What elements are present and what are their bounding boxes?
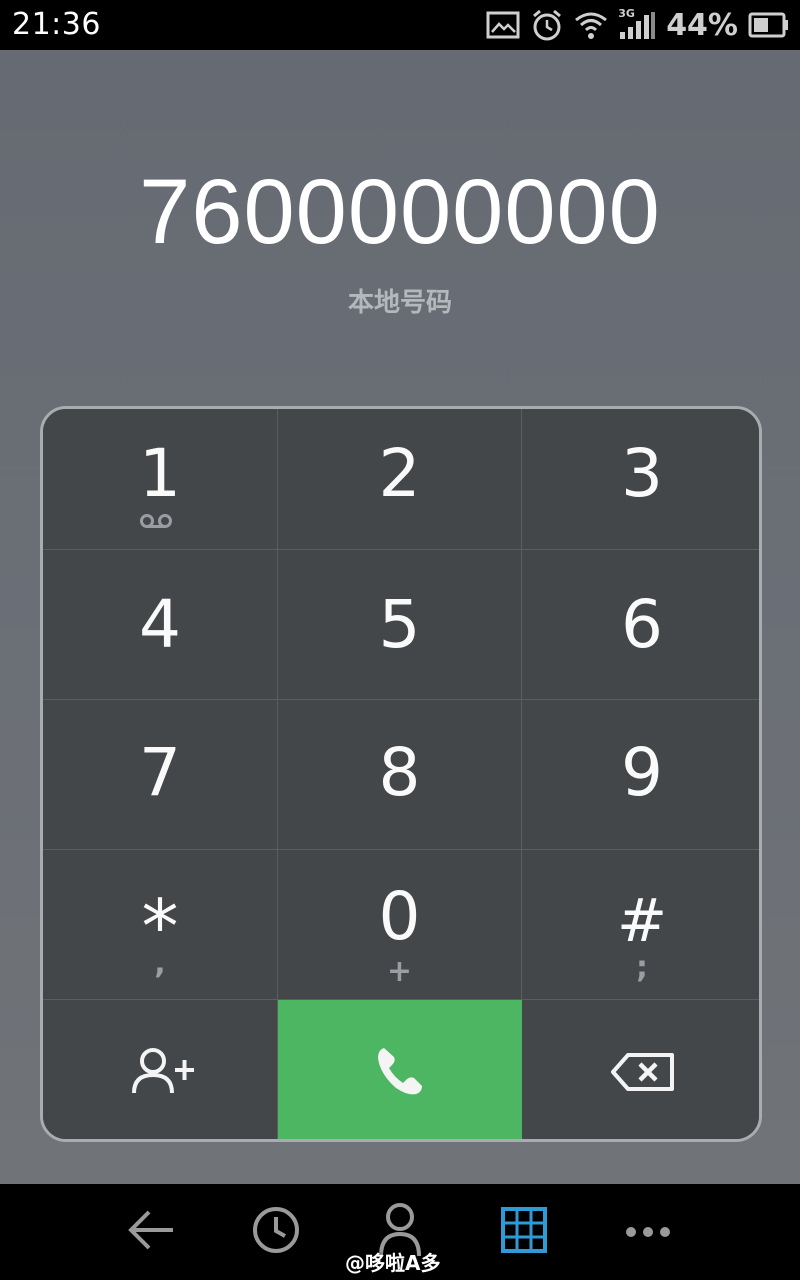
- image-notification-icon: [486, 11, 520, 39]
- recent-calls-icon: [251, 1205, 301, 1259]
- key-sub: ;: [636, 950, 648, 985]
- key-2[interactable]: 2: [278, 409, 522, 550]
- key-digit: #: [616, 886, 668, 956]
- back-icon: [127, 1208, 177, 1256]
- key-5[interactable]: 5: [278, 550, 522, 700]
- key-9[interactable]: 9: [522, 700, 759, 850]
- key-digit: 4: [139, 586, 181, 663]
- dialpad-icon: [501, 1207, 547, 1257]
- key-digit: 5: [378, 586, 421, 663]
- dialed-number: 7600000000: [139, 161, 661, 263]
- key-0[interactable]: 0 +: [278, 850, 522, 1000]
- key-1[interactable]: 1: [43, 409, 278, 550]
- status-bar: 21:36 3G 44%: [0, 0, 800, 50]
- key-digit: 3: [621, 435, 663, 512]
- key-digit: 0: [378, 878, 421, 955]
- key-digit: 6: [621, 586, 663, 663]
- key-3[interactable]: 3: [522, 409, 759, 550]
- nav-back-button[interactable]: [110, 1184, 194, 1280]
- call-button[interactable]: [278, 1000, 522, 1139]
- key-digit: 1: [139, 435, 181, 512]
- alarm-icon: [530, 8, 564, 42]
- keypad: 1 2 3 4 5 6 7 8 9 * , 0 + # ;: [40, 406, 762, 1142]
- voicemail-icon: [139, 513, 173, 533]
- status-time: 21:36: [12, 7, 101, 42]
- number-location: 本地号码: [347, 288, 452, 318]
- add-contact-button[interactable]: [43, 1000, 278, 1139]
- network-type: 3G: [618, 7, 635, 20]
- key-digit: 9: [621, 734, 663, 811]
- nav-recents-button[interactable]: [234, 1184, 318, 1280]
- key-6[interactable]: 6: [522, 550, 759, 700]
- key-star[interactable]: * ,: [43, 850, 278, 1000]
- dialer-panel: 7600000000 本地号码 1 2 3 4 5 6 7 8 9 * , 0 …: [0, 50, 800, 1184]
- key-digit: 2: [378, 435, 421, 512]
- key-digit: 7: [139, 734, 181, 811]
- nav-more-button[interactable]: [606, 1184, 690, 1280]
- key-sub: ,: [154, 946, 166, 981]
- battery-icon: [748, 12, 790, 38]
- key-sub: +: [386, 954, 413, 989]
- watermark: @哆啦A多: [345, 1251, 441, 1275]
- backspace-icon: [610, 1052, 676, 1096]
- key-4[interactable]: 4: [43, 550, 278, 700]
- key-digit: 8: [378, 734, 421, 811]
- signal-icon: 3G: [618, 7, 656, 40]
- status-icons: 3G 44%: [486, 6, 790, 44]
- call-icon: [374, 1044, 426, 1102]
- nav-dialpad-button[interactable]: [482, 1184, 566, 1280]
- wifi-icon: [574, 10, 608, 40]
- key-hash[interactable]: # ;: [522, 850, 759, 1000]
- key-7[interactable]: 7: [43, 700, 278, 850]
- add-contact-icon: [131, 1046, 197, 1100]
- more-icon: [625, 1223, 671, 1242]
- key-8[interactable]: 8: [278, 700, 522, 850]
- backspace-button[interactable]: [522, 1000, 759, 1139]
- battery-percent: 44%: [666, 7, 738, 43]
